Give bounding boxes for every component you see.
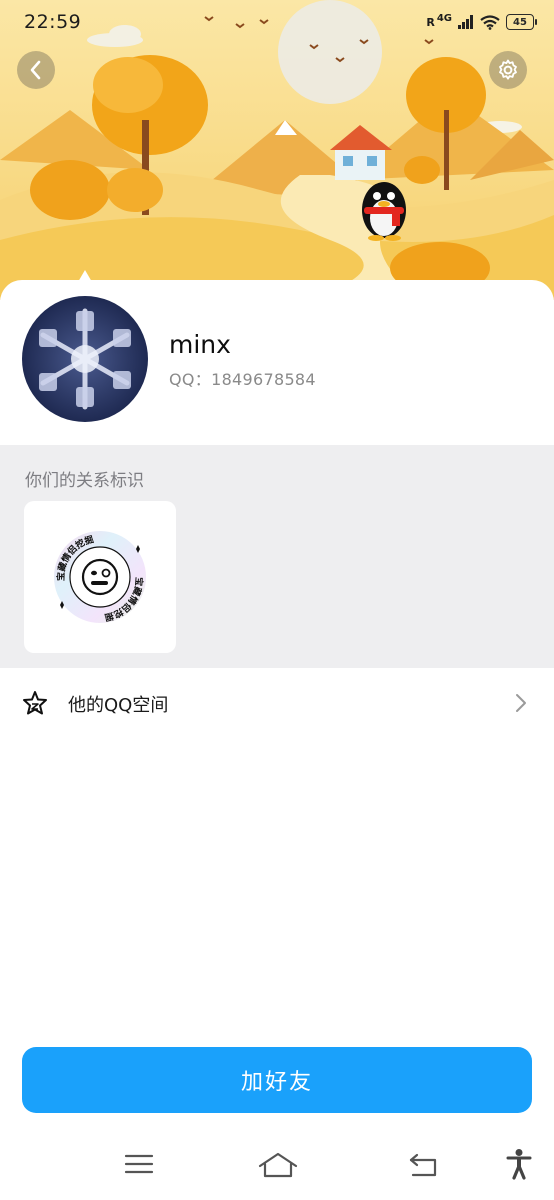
relation-badge: 宝藏情侣挖掘 宝藏情侣挖掘	[54, 531, 146, 624]
qzone-entry[interactable]: 他的QQ空间	[0, 669, 554, 737]
card-notch	[78, 270, 92, 282]
accessibility-icon	[506, 1149, 532, 1180]
qzone-label: 他的QQ空间	[68, 695, 169, 716]
menu-icon	[124, 1154, 154, 1174]
return-icon	[409, 1153, 437, 1177]
nav-accessibility-button[interactable]	[506, 1148, 532, 1184]
profile-banner	[0, 0, 554, 300]
add-friend-label: 加好友	[240, 1070, 313, 1095]
wifi-icon	[480, 14, 500, 30]
autumn-landscape-illustration	[0, 0, 554, 300]
avatar[interactable]	[22, 296, 148, 422]
star-icon	[23, 691, 47, 715]
status-bar: 22:59 R 4G 45	[0, 0, 554, 44]
snowflake-avatar-image	[22, 296, 148, 422]
network-type: 4G	[436, 12, 452, 24]
relation-title: 你们的关系标识	[25, 471, 144, 491]
nav-menu-button[interactable]	[124, 1152, 154, 1180]
add-friend-button[interactable]: 加好友	[22, 1047, 532, 1113]
nav-back-button[interactable]	[408, 1152, 438, 1182]
status-icons: R 4G 45	[426, 12, 537, 30]
back-button[interactable]	[17, 51, 55, 89]
status-time: 22:59	[24, 11, 82, 33]
gear-icon	[499, 59, 517, 80]
roaming-indicator: R	[426, 15, 435, 29]
chevron-left-icon	[30, 60, 41, 80]
battery-indicator: 45	[506, 14, 537, 30]
settings-button[interactable]	[489, 51, 527, 89]
relation-section: 你们的关系标识 宝藏情侣挖掘 宝藏情侣挖掘	[0, 445, 554, 668]
home-icon	[258, 1152, 298, 1178]
signal-icon	[458, 15, 473, 29]
nickname: minx	[169, 330, 231, 359]
relation-badge-card[interactable]: 宝藏情侣挖掘 宝藏情侣挖掘	[24, 501, 176, 653]
chevron-right-icon	[516, 694, 526, 712]
qq-number: QQ：1849678584	[169, 370, 316, 389]
battery-level: 45	[513, 16, 527, 28]
nav-home-button[interactable]	[258, 1152, 298, 1182]
system-nav-bar	[0, 1130, 554, 1200]
